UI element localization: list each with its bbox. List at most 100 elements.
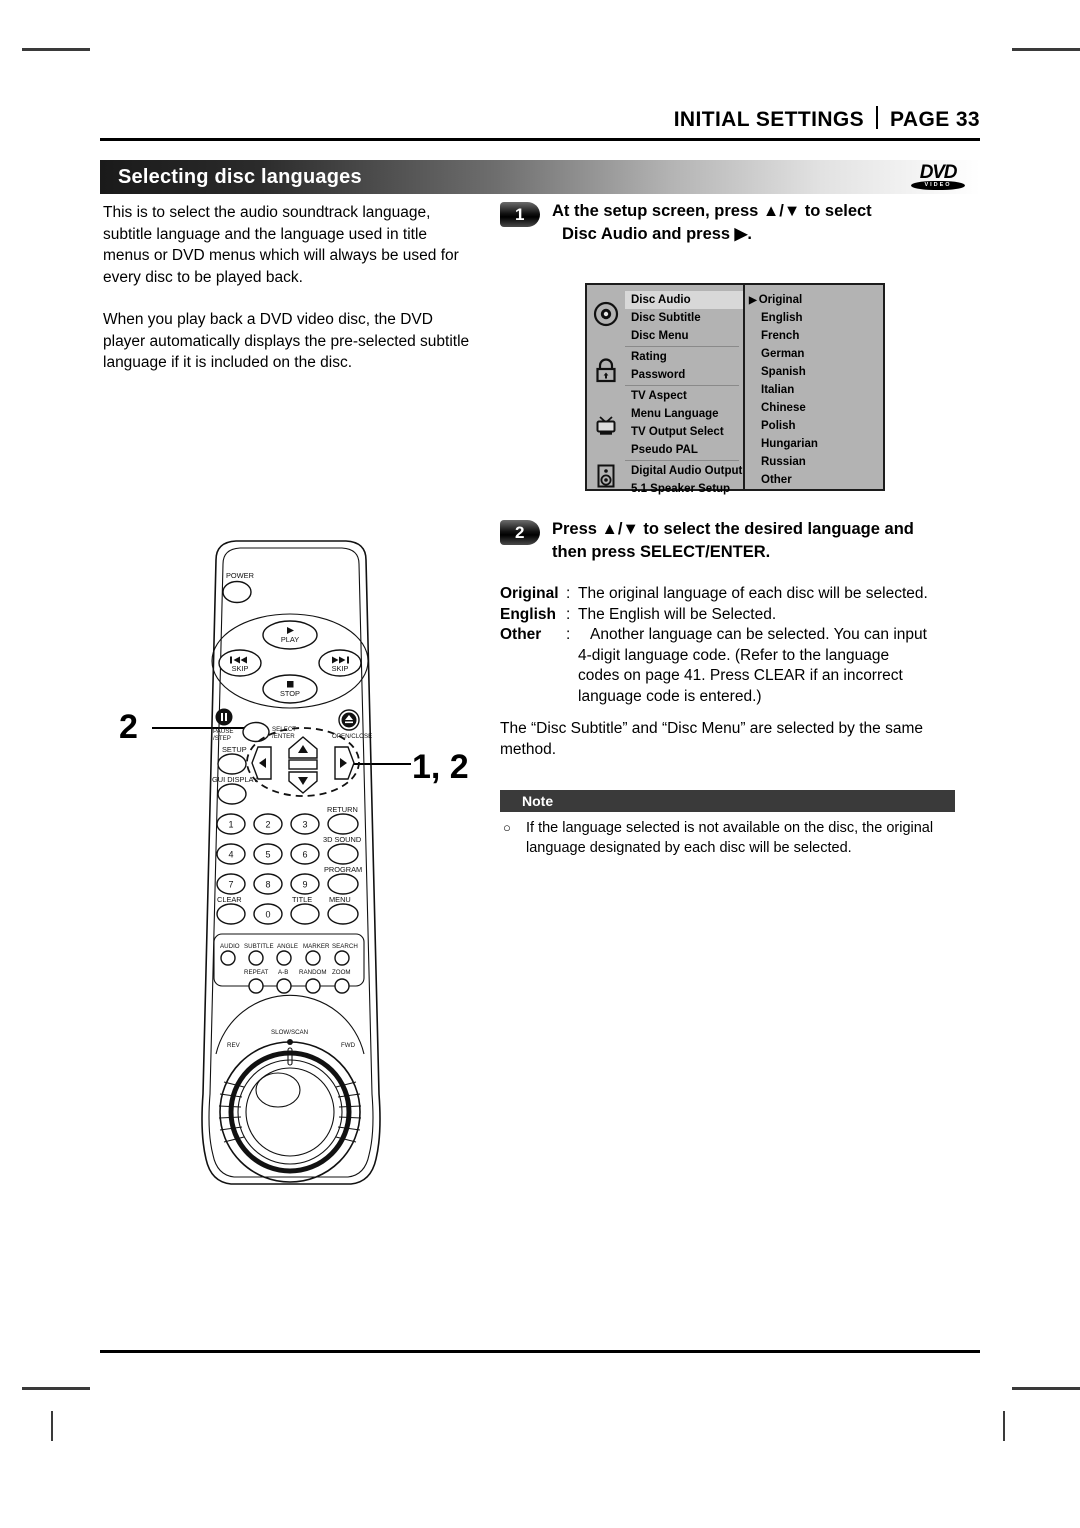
definition-other-colon: : [566, 626, 571, 643]
intro-paragraph-1: This is to select the audio soundtrack l… [103, 204, 459, 286]
remote-pause-step-button [215, 708, 233, 726]
definition-other-continuation-1: 4-digit language code. (Refer to the lan… [578, 646, 890, 664]
step-2-line-1: Press ▲/▼ to select the desired language… [552, 520, 914, 538]
step-2-number: 2 [500, 520, 540, 545]
setup-item-tv-aspect[interactable]: TV Aspect [625, 387, 743, 405]
language-option-italian[interactable]: Italian [745, 381, 883, 399]
language-option-original-label: Original [758, 294, 803, 306]
remote-fwd-label: FWD [341, 1042, 356, 1049]
remote-random-label: RANDOM [299, 969, 327, 976]
remote-zoom-label: ZOOM [332, 969, 351, 976]
definitions-list: Original : The original language of each… [500, 584, 970, 707]
remote-random-button [305, 978, 321, 994]
remote-rev-label: REV [227, 1042, 241, 1049]
step-2: 2 Press ▲/▼ to select the desired langua… [500, 518, 980, 564]
definition-original-term: Original [500, 585, 559, 602]
speaker-icon [591, 461, 621, 491]
language-option-spanish[interactable]: Spanish [745, 363, 883, 381]
remote-marker-button [305, 950, 321, 966]
same-method-note: The “Disc Subtitle” and “Disc Menu” are … [500, 720, 923, 758]
remote-menu-button [327, 903, 359, 925]
svg-text:5: 5 [265, 850, 270, 860]
header-section-title: INITIAL SETTINGS [673, 108, 865, 131]
definition-other-continuation-2: codes on page 41. Press CLEAR if an inco… [578, 667, 903, 684]
definition-other-term: Other [500, 626, 542, 643]
svg-text:7: 7 [228, 880, 233, 890]
remote-power-button [222, 580, 252, 604]
setup-divider-3 [625, 460, 739, 461]
language-option-hungarian[interactable]: Hungarian [745, 435, 883, 453]
disc-icon [591, 299, 621, 329]
setup-menu-icon-column [587, 285, 625, 489]
remote-stop-label: STOP [280, 689, 300, 698]
setup-item-digital-audio-output[interactable]: Digital Audio Output [625, 462, 743, 480]
language-option-russian[interactable]: Russian [745, 453, 883, 471]
setup-item-tv-output-select[interactable]: TV Output Select [625, 423, 743, 441]
setup-item-disc-audio[interactable]: Disc Audio [625, 291, 743, 309]
remote-setup-label: SETUP [222, 745, 247, 754]
section-title: Selecting disc languages [118, 165, 362, 188]
remote-repeat-label: REPEAT [244, 969, 269, 976]
callout-left-label: 2 [119, 708, 138, 746]
svg-text:3: 3 [302, 820, 307, 830]
setup-item-disc-menu[interactable]: Disc Menu [625, 327, 743, 345]
selection-caret-icon: ▶ [749, 295, 757, 306]
remote-return-button [327, 813, 359, 835]
definition-other-body: Another language can be selected. You ca… [590, 626, 927, 643]
remote-play-label: PLAY [281, 635, 299, 644]
remote-marker-label: MARKER [303, 943, 330, 950]
language-option-other[interactable]: Other [745, 471, 883, 489]
remote-title-label: TITLE [292, 895, 312, 904]
remote-audio-button [220, 950, 236, 966]
note-bullet-icon: ○ [503, 820, 511, 835]
definition-original-colon: : [566, 585, 571, 602]
language-option-chinese[interactable]: Chinese [745, 399, 883, 417]
note-label: Note [522, 793, 554, 809]
dvd-video-logo-icon: DVD VIDEO [906, 162, 970, 192]
svg-text:9: 9 [302, 880, 307, 890]
remote-open-close-label: OPEN/CLOSE [332, 733, 372, 740]
language-option-german[interactable]: German [745, 345, 883, 363]
setup-item-disc-subtitle[interactable]: Disc Subtitle [625, 309, 743, 327]
header-divider [876, 106, 879, 129]
crop-mark-bottom-right [1012, 1387, 1080, 1390]
setup-item-password[interactable]: Password [625, 366, 743, 384]
remote-subtitle-button [248, 950, 264, 966]
svg-text:1: 1 [228, 820, 233, 830]
definition-other: Other : Another language can be selected… [500, 625, 970, 646]
definition-other-continuation-3: language code is entered.) [578, 687, 762, 705]
svg-text:2: 2 [265, 820, 270, 830]
remote-ab-label: A-B [278, 969, 288, 976]
remote-jog-dial [215, 994, 365, 1183]
language-option-polish[interactable]: Polish [745, 417, 883, 435]
setup-item-51-speaker-setup[interactable]: 5.1 Speaker Setup [625, 480, 743, 498]
language-option-original[interactable]: ▶ Original [745, 291, 883, 309]
setup-menu-items: Disc Audio Disc Subtitle Disc Menu Ratin… [625, 291, 743, 498]
definition-english-body: The English will be Selected. [578, 605, 777, 623]
setup-item-menu-language[interactable]: Menu Language [625, 405, 743, 423]
language-option-english[interactable]: English [745, 309, 883, 327]
remote-gui-display-button [217, 783, 247, 805]
dvd-logo-sub: VIDEO [911, 181, 965, 190]
setup-item-rating[interactable]: Rating [625, 348, 743, 366]
definition-english-colon: : [566, 605, 571, 623]
callout-right-label: 1, 2 [412, 748, 469, 786]
remote-control-diagram: .ln { fill:none; stroke:#111; stroke-wid… [186, 534, 396, 1219]
step-2-wrapper: 2 Press ▲/▼ to select the desired langua… [500, 518, 980, 564]
remote-program-label: PROGRAM [324, 865, 362, 874]
note-text: If the language selected is not availabl… [526, 820, 934, 856]
definition-original-body: The original language of each disc will … [578, 585, 928, 602]
intro-paragraph-2: When you play back a DVD video disc, the… [103, 311, 470, 371]
remote-setup-button [217, 753, 247, 775]
step-2-line-2: then press SELECT/ENTER. [552, 543, 771, 561]
remote-3d-sound-button [327, 843, 359, 865]
language-option-french[interactable]: French [745, 327, 883, 345]
crop-mark-top-right [1012, 48, 1080, 51]
remote-3d-sound-label: 3D SOUND [323, 835, 361, 844]
setup-menu-left-panel: Disc Audio Disc Subtitle Disc Menu Ratin… [587, 285, 745, 495]
remote-subtitle-label: SUBTITLE [244, 943, 274, 950]
setup-item-pseudo-pal[interactable]: Pseudo PAL [625, 441, 743, 459]
remote-menu-label: MENU [329, 895, 351, 904]
svg-text:6: 6 [302, 850, 307, 860]
remote-angle-button [276, 950, 292, 966]
